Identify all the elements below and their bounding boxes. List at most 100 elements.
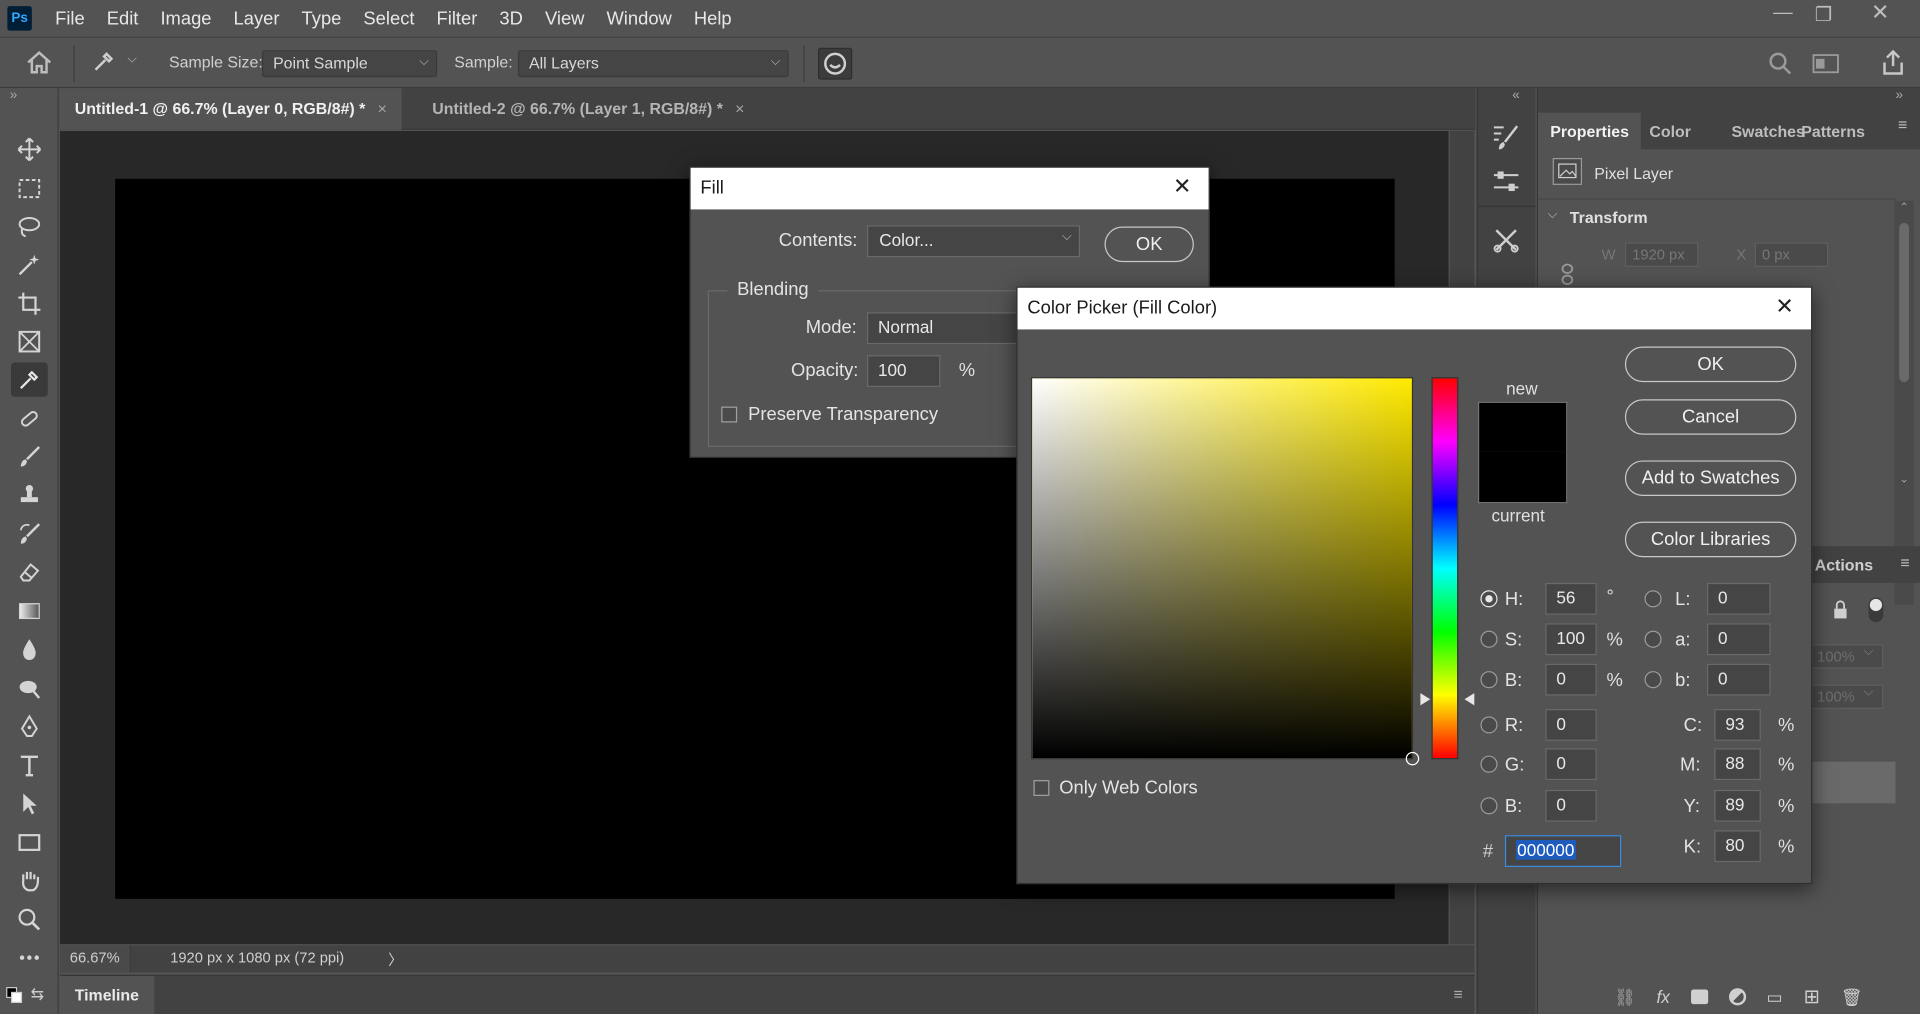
only-web-colors-checkbox[interactable]	[1033, 780, 1050, 796]
a-channel-input[interactable]: 0	[1706, 623, 1771, 656]
add-to-swatches-button[interactable]: Add to Swatches	[1624, 460, 1797, 496]
move-icon[interactable]	[11, 132, 48, 166]
green-input[interactable]: 0	[1545, 748, 1597, 781]
tab-patterns[interactable]: Patterns	[1789, 113, 1877, 150]
mask-icon[interactable]	[1690, 989, 1708, 1005]
tab-untitled-2[interactable]: Untitled-2 @ 66.7% (Layer 1, RGB/8#) * ×	[418, 88, 760, 130]
red-input[interactable]: 0	[1545, 709, 1597, 741]
opacity-input[interactable]: 100	[866, 355, 941, 387]
close-tab-icon[interactable]: ×	[378, 99, 387, 117]
magenta-input[interactable]: 88	[1714, 748, 1761, 781]
clone-stamp-icon[interactable]	[11, 478, 48, 512]
menu-type[interactable]: Type	[291, 8, 353, 29]
current-color-swatch[interactable]	[1477, 451, 1568, 504]
panel-scrollbar[interactable]: ⌃ ⌄	[1894, 200, 1914, 605]
contents-select[interactable]: Color... ⌵	[866, 225, 1081, 258]
crop-icon[interactable]	[11, 287, 48, 321]
menu-layer[interactable]: Layer	[223, 8, 291, 29]
lightness-input[interactable]: 0	[1706, 582, 1771, 615]
panel-menu-icon[interactable]: ≡	[1898, 115, 1907, 133]
panel-menu-icon[interactable]: ≡	[1453, 985, 1462, 1003]
eyedropper-tool-preset-icon[interactable]	[91, 50, 115, 78]
hue-slider[interactable]	[1431, 377, 1459, 760]
home-icon[interactable]	[24, 49, 53, 80]
adjustment-layer-icon[interactable]	[1728, 988, 1746, 1006]
menu-file[interactable]: File	[44, 8, 96, 29]
minimize-icon[interactable]: —	[1773, 2, 1793, 24]
collapse-dock-icon[interactable]: «	[1512, 88, 1520, 103]
tab-color[interactable]: Color	[1637, 113, 1703, 150]
tools-presets-icon[interactable]	[1491, 225, 1520, 258]
red-radio[interactable]	[1480, 716, 1498, 734]
workspace-icon[interactable]	[1812, 54, 1839, 77]
menu-view[interactable]: View	[534, 8, 596, 29]
b-channel-input[interactable]: 0	[1706, 663, 1771, 696]
preserve-transparency-checkbox[interactable]	[721, 406, 738, 423]
hue-radio[interactable]	[1480, 590, 1498, 608]
dodge-icon[interactable]	[11, 671, 48, 705]
collapse-panels-icon[interactable]: »	[1896, 88, 1904, 103]
color-field[interactable]	[1031, 377, 1420, 766]
blue-input[interactable]: 0	[1545, 789, 1597, 822]
hex-input[interactable]: 000000	[1504, 835, 1622, 868]
default-colors-icon[interactable]	[6, 987, 23, 1004]
menu-select[interactable]: Select	[352, 8, 425, 29]
close-tab-icon[interactable]: ×	[735, 99, 744, 117]
search-icon[interactable]	[1768, 51, 1792, 79]
cyan-input[interactable]: 93	[1714, 709, 1761, 741]
ok-button[interactable]: OK	[1624, 346, 1797, 383]
x-field[interactable]: 0 px	[1754, 242, 1829, 267]
sampling-ring-icon[interactable]	[817, 47, 853, 80]
history-brush-icon[interactable]	[11, 517, 48, 551]
menu-3d[interactable]: 3D	[488, 8, 534, 29]
width-field[interactable]: 1920 px	[1624, 242, 1699, 267]
transform-section-title[interactable]: Transform	[1570, 208, 1648, 226]
sample-select[interactable]: All Layers ⌵	[517, 50, 789, 78]
close-icon[interactable]: ✕	[1871, 0, 1889, 26]
tab-properties[interactable]: Properties	[1537, 112, 1642, 150]
panel-menu-icon[interactable]: ≡	[1900, 554, 1909, 572]
close-icon[interactable]: ✕	[1775, 294, 1793, 320]
adjustments-icon[interactable]	[1491, 167, 1520, 200]
link-layers-icon[interactable]: ⛓	[1614, 986, 1636, 1007]
menu-help[interactable]: Help	[683, 8, 743, 29]
hue-slider-handle-left[interactable]	[1420, 693, 1431, 706]
more-tools-icon[interactable]	[11, 940, 48, 974]
blue-radio[interactable]	[1480, 797, 1498, 815]
menu-filter[interactable]: Filter	[426, 8, 489, 29]
menu-edit[interactable]: Edit	[96, 8, 150, 29]
frame-icon[interactable]	[11, 325, 48, 359]
brush-settings-icon[interactable]	[1491, 122, 1520, 155]
preset-chevron-down-icon[interactable]: ⌵	[127, 53, 136, 66]
color-libraries-button[interactable]: Color Libraries	[1624, 521, 1797, 558]
share-icon[interactable]	[1881, 49, 1905, 80]
eraser-icon[interactable]	[11, 555, 48, 589]
chevron-down-icon[interactable]: ⌵	[1864, 686, 1873, 699]
lasso-icon[interactable]	[11, 209, 48, 243]
color-field-cursor[interactable]	[1405, 751, 1420, 766]
a-channel-radio[interactable]	[1644, 630, 1662, 648]
path-selection-icon[interactable]	[11, 786, 48, 820]
yellow-input[interactable]: 89	[1714, 789, 1761, 822]
mode-select[interactable]: Normal	[866, 312, 1039, 345]
gradient-icon[interactable]	[11, 594, 48, 628]
fill-ok-button[interactable]: OK	[1104, 226, 1194, 263]
folder-icon[interactable]: ▭	[1767, 986, 1783, 1007]
toggle-icon[interactable]	[1868, 597, 1884, 623]
blur-icon[interactable]	[11, 632, 48, 666]
zoom-icon[interactable]	[11, 903, 48, 937]
lock-icon[interactable]	[1832, 600, 1849, 623]
eyedropper-icon[interactable]	[11, 362, 48, 397]
saturation-radio[interactable]	[1480, 630, 1498, 648]
b-channel-radio[interactable]	[1644, 671, 1662, 689]
saturation-input[interactable]: 100	[1545, 623, 1597, 656]
lightness-radio[interactable]	[1644, 590, 1662, 608]
menu-window[interactable]: Window	[595, 8, 682, 29]
tab-untitled-1[interactable]: Untitled-1 @ 66.7% (Layer 0, RGB/8#) * ×	[60, 88, 402, 130]
healing-brush-icon[interactable]	[11, 402, 48, 436]
marquee-icon[interactable]	[11, 171, 48, 205]
hue-slider-handle-right[interactable]	[1464, 693, 1475, 706]
menu-image[interactable]: Image	[149, 8, 222, 29]
type-icon[interactable]	[11, 748, 48, 782]
close-icon[interactable]: ✕	[1173, 174, 1191, 200]
